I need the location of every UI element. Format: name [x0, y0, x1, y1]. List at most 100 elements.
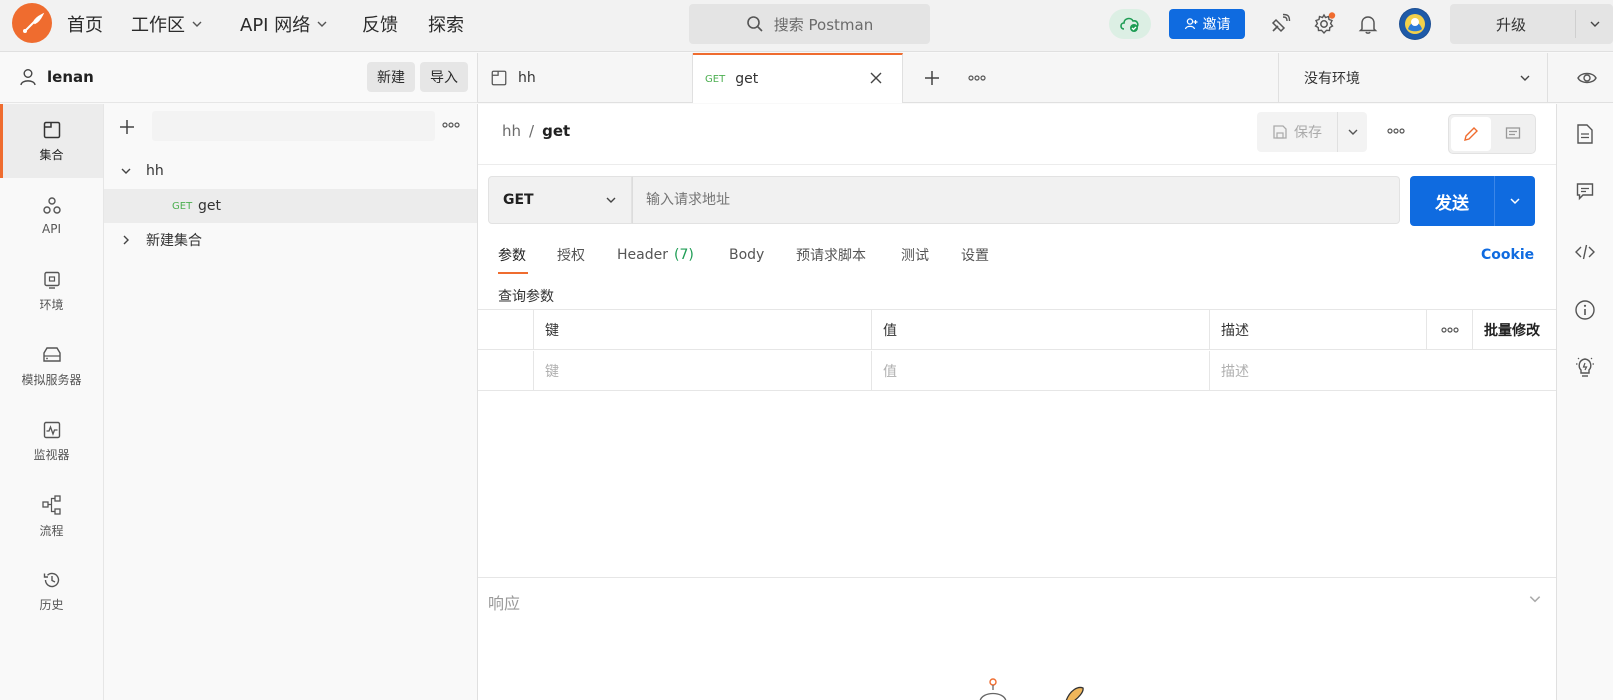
more-options-icon[interactable]: [968, 73, 986, 83]
chevron-down-icon: [605, 194, 617, 206]
tab-label: 参数: [498, 248, 526, 264]
request-editor: hh / get 保存 GET 发送: [478, 104, 1556, 700]
documentation-icon[interactable]: [1573, 122, 1597, 146]
user-icon: [18, 67, 38, 87]
new-tab-icon[interactable]: [923, 69, 941, 87]
comment-mode-button[interactable]: [1493, 117, 1533, 151]
breadcrumb-parent[interactable]: hh: [502, 122, 521, 140]
chevron-down-icon[interactable]: [1528, 592, 1542, 606]
settings-icon[interactable]: [1310, 10, 1338, 38]
chevron-down-icon: [1519, 72, 1531, 84]
chevron-down-icon[interactable]: [1580, 4, 1610, 44]
tab-settings[interactable]: 设置: [961, 240, 989, 270]
search-bar[interactable]: 搜索 Postman: [689, 4, 930, 44]
chevron-right-icon[interactable]: [120, 234, 140, 246]
nav-api-network-label: API 网络: [240, 15, 311, 36]
chevron-down-icon[interactable]: [1495, 176, 1535, 226]
lightbulb-icon[interactable]: [1573, 355, 1597, 379]
tab-headers[interactable]: Header (7): [617, 240, 694, 270]
cookie-label: Cookie: [1481, 247, 1535, 263]
sidebar-item-environments[interactable]: 环境: [0, 254, 103, 328]
nav-feedback[interactable]: 反馈: [362, 11, 398, 37]
sidebar-rail: 集合 API 环境 模拟服务器 监视器 流程 历史: [0, 104, 104, 700]
view-toggle: [1448, 114, 1536, 154]
upgrade-divider: [1575, 10, 1576, 38]
sidebar-item-collections[interactable]: 集合: [0, 104, 103, 178]
nav-workspaces-label: 工作区: [131, 15, 185, 36]
send-button[interactable]: 发送: [1410, 176, 1535, 226]
value-input[interactable]: 值: [872, 351, 1210, 391]
chevron-down-icon[interactable]: [1338, 112, 1367, 152]
nav-explore[interactable]: 探索: [428, 11, 464, 37]
collections-panel: hh GET get 新建集合: [104, 104, 478, 700]
import-button[interactable]: 导入: [420, 62, 468, 92]
collection-new[interactable]: 新建集合: [104, 223, 477, 257]
tab-auth[interactable]: 授权: [557, 240, 585, 270]
plus-icon[interactable]: [118, 118, 136, 136]
bulk-edit-button[interactable]: 批量修改: [1473, 310, 1556, 350]
column-header-description: 描述: [1210, 310, 1427, 350]
eye-icon[interactable]: [1576, 67, 1598, 89]
comments-icon[interactable]: [1573, 179, 1597, 203]
more-options-icon[interactable]: [1387, 126, 1405, 136]
cookie-link[interactable]: Cookie: [1481, 240, 1534, 270]
sidebar-item-api[interactable]: API: [0, 179, 103, 253]
method-select[interactable]: GET: [488, 176, 632, 224]
tab-get[interactable]: GET get: [693, 53, 903, 103]
upgrade-label: 升级: [1495, 15, 1526, 34]
tab-tests[interactable]: 测试: [901, 240, 929, 270]
divider: [478, 164, 1556, 165]
sidebar-item-flows[interactable]: 流程: [0, 479, 103, 553]
flow-icon: [41, 494, 63, 516]
request-name: get: [198, 198, 221, 214]
nav-workspaces[interactable]: 工作区: [131, 11, 203, 37]
response-panel: 响应: [478, 577, 1556, 700]
new-button[interactable]: 新建: [367, 62, 415, 92]
code-icon[interactable]: [1573, 240, 1597, 264]
collection-hh[interactable]: hh: [104, 154, 477, 188]
params-table: 键 值 描述 批量修改 键 值 描述: [478, 309, 1556, 391]
tab-params[interactable]: 参数: [498, 240, 528, 274]
postman-logo[interactable]: [12, 3, 52, 43]
sidebar-item-mock-servers[interactable]: 模拟服务器: [0, 329, 103, 403]
mock-server-icon: [41, 345, 63, 365]
nav-home[interactable]: 首页: [67, 11, 103, 37]
description-input[interactable]: 描述: [1210, 351, 1556, 391]
request-get[interactable]: GET get: [104, 189, 477, 223]
upgrade-button[interactable]: 升级: [1450, 4, 1613, 44]
tab-label: hh: [518, 70, 536, 86]
collection-icon: [490, 69, 508, 87]
info-icon[interactable]: [1573, 298, 1597, 322]
nav-api-network[interactable]: API 网络: [240, 11, 328, 37]
cloud-sync-icon[interactable]: [1109, 9, 1151, 39]
breadcrumb-current[interactable]: get: [542, 122, 570, 140]
close-icon[interactable]: [869, 71, 883, 85]
satellite-icon[interactable]: [1266, 10, 1294, 38]
url-input[interactable]: [632, 176, 1400, 224]
method-badge: GET: [705, 73, 726, 85]
tab-label: 预请求脚本: [796, 248, 866, 264]
chevron-down-icon[interactable]: [120, 165, 140, 177]
right-sidebar: [1556, 104, 1613, 700]
checkbox-column-header: [478, 310, 534, 350]
environment-selector[interactable]: 没有环境: [1279, 53, 1547, 103]
more-options-icon[interactable]: [442, 120, 460, 130]
key-input[interactable]: 键: [534, 351, 872, 391]
tab-hh[interactable]: hh: [478, 53, 693, 103]
more-options-icon[interactable]: [1427, 310, 1473, 350]
sidebar-item-monitors[interactable]: 监视器: [0, 404, 103, 478]
invite-button[interactable]: 邀请: [1169, 9, 1245, 39]
workspace-name[interactable]: lenan: [47, 68, 94, 86]
bell-icon[interactable]: [1354, 10, 1382, 38]
save-button[interactable]: 保存: [1257, 112, 1337, 152]
top-bar: 首页 工作区 API 网络 反馈 探索 搜索 Postman 邀请 升级: [0, 0, 1613, 52]
sidebar-item-history[interactable]: 历史: [0, 554, 103, 628]
tab-pre-request-script[interactable]: 预请求脚本: [796, 240, 866, 270]
filter-input[interactable]: [152, 111, 435, 141]
tab-body[interactable]: Body: [729, 240, 764, 270]
row-checkbox: [478, 351, 534, 391]
edit-mode-button[interactable]: [1451, 117, 1491, 151]
avatar[interactable]: [1399, 8, 1431, 40]
environment-label: 没有环境: [1304, 71, 1360, 87]
astronaut-illustration: [978, 676, 1098, 700]
